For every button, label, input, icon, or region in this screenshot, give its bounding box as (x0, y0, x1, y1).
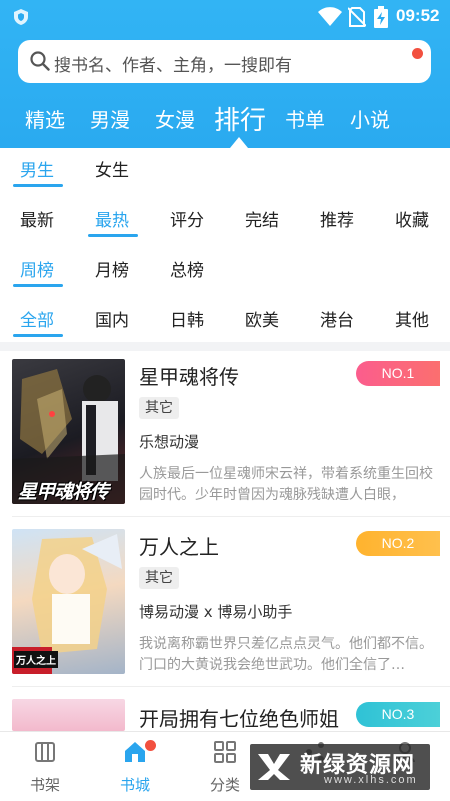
period-total[interactable]: 总榜 (170, 256, 204, 281)
search-bar[interactable]: 搜书名、作者、主角，一搜即有 (18, 40, 431, 83)
battery-charging-icon (374, 6, 388, 28)
book-item[interactable]: 万人之上 万人之上 NO.2 其它 博易动漫 x 博易小助手 我说离称霸世界只差… (0, 521, 450, 686)
sort-favorites[interactable]: 收藏 (395, 206, 429, 231)
book-description: 我说离称霸世界只差亿点点灵气。他们都不信。门口的大黄说我会绝世武功。他们全信了… (139, 636, 433, 673)
nav-label: 书城 (119, 776, 150, 794)
filter-female[interactable]: 女生 (95, 156, 129, 181)
region-hktw[interactable]: 港台 (320, 306, 354, 331)
watermark: 新绿资源网 www.xlhs.com (250, 744, 430, 790)
tab-nvman[interactable]: 女漫 (155, 104, 195, 133)
filter-male[interactable]: 男生 (20, 156, 54, 181)
period-filter: 周榜 月榜 总榜 (0, 246, 450, 290)
sort-newest[interactable]: 最新 (20, 206, 54, 231)
period-weekly[interactable]: 周榜 (20, 256, 54, 281)
gender-filter: 男生 女生 (0, 146, 450, 190)
clock: 09:52 (396, 6, 440, 25)
tab-xiaoshuo[interactable]: 小说 (350, 104, 390, 133)
book-item[interactable]: 星甲魂将传 星甲魂将传 NO.1 其它 乐想动漫 人族最后一位星魂师宋云祥，带着… (0, 351, 450, 516)
gender-underline (13, 184, 63, 187)
region-filter: 全部 国内 日韩 欧美 港台 其他 (0, 296, 450, 340)
book-title[interactable]: 开局拥有七位绝色师姐 (139, 703, 339, 732)
book-title[interactable]: 万人之上 (139, 531, 219, 560)
sort-rating[interactable]: 评分 (170, 206, 204, 231)
book-cover[interactable] (12, 699, 125, 731)
rank-badge: NO.3 (356, 702, 440, 727)
region-jpkr[interactable]: 日韩 (170, 306, 204, 331)
cover-title: 万人之上 (14, 651, 58, 668)
tab-paihang[interactable]: 排行 (214, 100, 266, 137)
sort-filter: 最新 最热 评分 完结 推荐 收藏 (0, 196, 450, 240)
list-separator (12, 516, 450, 517)
book-cover[interactable]: 万人之上 (12, 529, 125, 674)
tab-shudan[interactable]: 书单 (285, 104, 325, 133)
sort-completed[interactable]: 完结 (245, 206, 279, 231)
book-author: 博易动漫 x 博易小助手 (139, 603, 293, 621)
rank-badge: NO.2 (356, 531, 440, 556)
search-input[interactable]: 搜书名、作者、主角，一搜即有 (54, 51, 292, 76)
shield-icon (14, 9, 28, 25)
section-divider (0, 342, 450, 351)
region-west[interactable]: 欧美 (245, 306, 279, 331)
nav-bookstore[interactable]: 书城 (100, 732, 170, 801)
tab-nanman[interactable]: 男漫 (90, 104, 130, 133)
notification-dot (412, 48, 423, 59)
sort-underline (88, 234, 138, 237)
watermark-logo-icon (258, 754, 290, 780)
notification-dot (145, 740, 156, 751)
top-header: 09:52 搜书名、作者、主角，一搜即有 精选 男漫 女漫 排行 书单 小说 (0, 0, 450, 148)
grid-icon (214, 741, 236, 763)
cover-title: 星甲魂将传 (18, 481, 109, 503)
period-monthly[interactable]: 月榜 (95, 256, 129, 281)
tab-jingxuan[interactable]: 精选 (25, 104, 65, 133)
region-underline (13, 334, 63, 337)
rank-badge: NO.1 (356, 361, 440, 386)
list-separator (12, 686, 450, 687)
book-cover[interactable]: 星甲魂将传 (12, 359, 125, 504)
book-description: 人族最后一位星魂师宋云祥，带着系统重生回校园时代。少年时曾因为魂脉残缺遭人白眼， (139, 466, 433, 503)
region-other[interactable]: 其他 (395, 306, 429, 331)
genre-tag: 其它 (139, 397, 179, 419)
nav-label: 书架 (29, 776, 60, 794)
wifi-icon (318, 7, 342, 26)
region-all[interactable]: 全部 (20, 306, 54, 331)
search-icon (30, 51, 50, 71)
bookshelf-icon (35, 742, 55, 762)
home-icon (125, 742, 145, 762)
period-underline (13, 284, 63, 287)
nav-bookshelf[interactable]: 书架 (10, 732, 80, 801)
no-sim-icon (348, 7, 366, 27)
region-domestic[interactable]: 国内 (95, 306, 129, 331)
category-tabs: 精选 男漫 女漫 排行 书单 小说 (0, 100, 450, 140)
book-item[interactable]: 开局拥有七位绝色师姐 NO.3 (0, 691, 450, 731)
book-author: 乐想动漫 (139, 433, 200, 451)
status-bar: 09:52 (0, 0, 450, 34)
sort-recommended[interactable]: 推荐 (320, 206, 354, 231)
watermark-url: www.xlhs.com (324, 774, 418, 786)
genre-tag: 其它 (139, 567, 179, 589)
book-title[interactable]: 星甲魂将传 (139, 361, 239, 390)
sort-hottest[interactable]: 最热 (95, 206, 129, 231)
